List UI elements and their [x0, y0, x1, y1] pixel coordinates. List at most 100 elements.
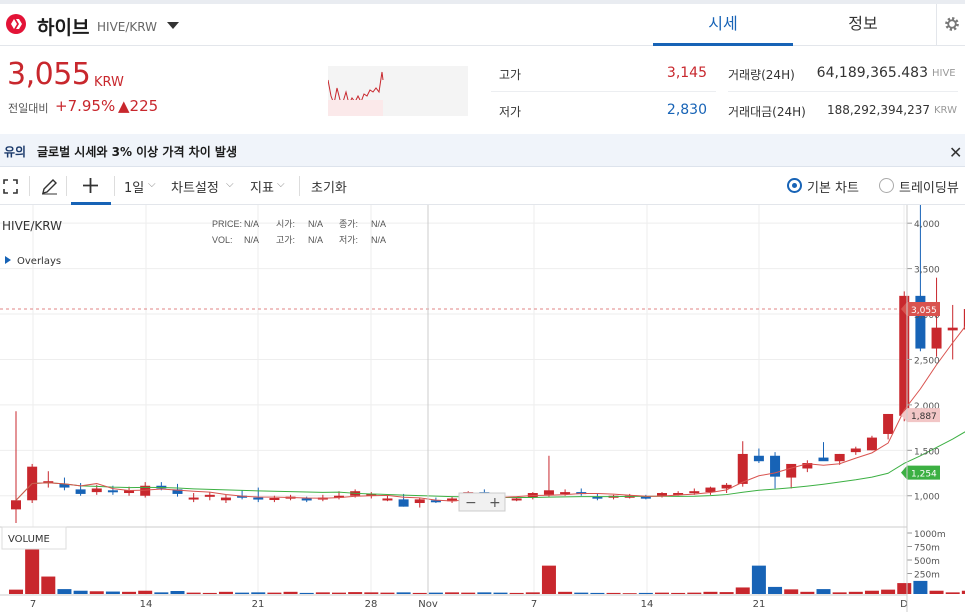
- volume-bar: [638, 592, 653, 594]
- price-chart[interactable]: 4,0003,5003,0002,5002,0001,5001,00071421…: [0, 205, 965, 612]
- volume-value: 64,189,365.483: [816, 65, 928, 81]
- volume-bar: [218, 591, 233, 594]
- overlays-toggle[interactable]: Overlays: [17, 256, 61, 267]
- volume-bar: [671, 592, 686, 594]
- tab-price[interactable]: 시세: [653, 4, 793, 46]
- candle: [220, 497, 231, 501]
- chart-toolbar: 1일 ⌵ 차트설정 ⌵ 지표 ⌵ 초기화 기본 차트 트레이딩뷰: [0, 167, 965, 205]
- volume-bar: [57, 589, 72, 594]
- low-value: 2,830: [666, 102, 707, 118]
- settings-button[interactable]: [936, 4, 965, 46]
- amount-value: 188,292,394,237: [826, 103, 930, 117]
- volume-bar: [751, 565, 766, 594]
- high-label: 고가: [499, 68, 522, 82]
- y-tick-label: 2,500: [914, 356, 940, 366]
- volume-bar: [784, 589, 799, 594]
- volume-bar: [606, 592, 621, 594]
- volume-bar: [251, 592, 266, 594]
- low-label: 저가: [499, 105, 522, 119]
- x-tick-label: 28: [365, 599, 378, 610]
- volume-bar: [525, 592, 540, 594]
- amount-unit: KRW: [934, 105, 957, 116]
- candle: [753, 455, 764, 462]
- volume-bar: [945, 592, 960, 594]
- candle: [75, 489, 86, 494]
- indicators-menu[interactable]: 지표: [250, 177, 274, 196]
- zoom-out-icon[interactable]: −: [465, 495, 477, 511]
- notice-text[interactable]: 글로벌 시세와 3% 이상 가격 차이 발생: [37, 143, 237, 160]
- open-info-value: N/A: [308, 219, 323, 229]
- close-info-value: N/A: [371, 219, 386, 229]
- volume-bar: [832, 592, 847, 594]
- volume-bar: [897, 583, 912, 594]
- volume-bar: [299, 592, 314, 594]
- x-tick-label: Nov: [418, 599, 438, 610]
- volume-bar: [574, 592, 589, 594]
- candle: [931, 327, 942, 349]
- volume-label: 거래량(24H): [728, 68, 795, 82]
- volume-label: VOLUME: [8, 534, 50, 545]
- volume-bar: [428, 592, 443, 594]
- volume-bar: [105, 591, 120, 594]
- volume-bar: [848, 591, 863, 594]
- volume-bar: [445, 592, 460, 594]
- volume-bar: [396, 592, 411, 594]
- candle: [689, 491, 700, 494]
- reset-button[interactable]: 초기화: [311, 177, 347, 196]
- chart-settings-menu[interactable]: 차트설정: [171, 177, 219, 196]
- low-info-label: 저가:: [339, 235, 358, 245]
- candle: [640, 496, 651, 499]
- candle: [511, 498, 522, 501]
- volume-bar: [735, 587, 750, 594]
- vol-info-value: N/A: [244, 235, 259, 245]
- candle: [818, 457, 829, 462]
- close-info-label: 종가:: [339, 219, 358, 229]
- fullscreen-icon[interactable]: [3, 179, 18, 194]
- high-info-value: N/A: [308, 235, 323, 245]
- volume-bar: [687, 592, 702, 594]
- x-tick-label: 21: [252, 599, 265, 610]
- volume-bar: [816, 589, 831, 594]
- divider: [114, 176, 115, 196]
- tab-info[interactable]: 정보: [793, 4, 933, 46]
- zoom-in-icon[interactable]: +: [489, 495, 501, 511]
- pencil-icon[interactable]: [41, 178, 58, 195]
- triangle-right-icon[interactable]: [5, 256, 11, 264]
- notice-tag: 유의: [4, 145, 27, 159]
- coin-name: 하이브: [37, 17, 90, 39]
- pair-label: HIVE/KRW: [97, 20, 157, 34]
- volume-bar: [89, 591, 104, 594]
- basic-chart-label[interactable]: 기본 차트: [807, 177, 859, 196]
- price-currency: KRW: [94, 75, 124, 90]
- candle: [834, 453, 845, 462]
- candle: [269, 498, 280, 501]
- volume-bar: [267, 592, 282, 594]
- candle: [398, 499, 409, 507]
- header: 하이브 HIVE/KRW 시세 정보: [0, 4, 965, 46]
- volume-bar: [622, 593, 637, 594]
- volume-bar: [768, 586, 783, 594]
- basic-chart-radio[interactable]: [787, 178, 802, 193]
- chevron-down-icon: ⌵: [148, 179, 156, 190]
- tradingview-label[interactable]: 트레이딩뷰: [899, 177, 959, 196]
- volume-bar: [170, 591, 185, 594]
- crosshair-icon: [83, 178, 98, 193]
- y-tick-label: 3,500: [914, 266, 940, 276]
- notice-bar: 유의 글로벌 시세와 3% 이상 가격 차이 발생 ✕: [0, 134, 965, 167]
- chevron-down-icon[interactable]: [167, 22, 179, 29]
- candle: [543, 490, 554, 495]
- crosshair-button[interactable]: [71, 167, 111, 205]
- interval-select[interactable]: 1일: [124, 177, 144, 196]
- tradingview-radio[interactable]: [879, 178, 894, 193]
- zoom-controls[interactable]: − +: [458, 492, 506, 512]
- candle: [560, 492, 571, 495]
- volume-bar: [703, 591, 718, 594]
- volume-bar: [881, 589, 896, 594]
- y-tick-label: 4,000: [914, 220, 940, 230]
- low-info-value: N/A: [371, 235, 386, 245]
- current-price: 3,055: [7, 57, 91, 92]
- divider: [66, 176, 67, 196]
- x-tick-label: 7: [531, 599, 537, 610]
- close-icon[interactable]: ✕: [949, 143, 962, 162]
- sparkline-chart: [328, 66, 468, 116]
